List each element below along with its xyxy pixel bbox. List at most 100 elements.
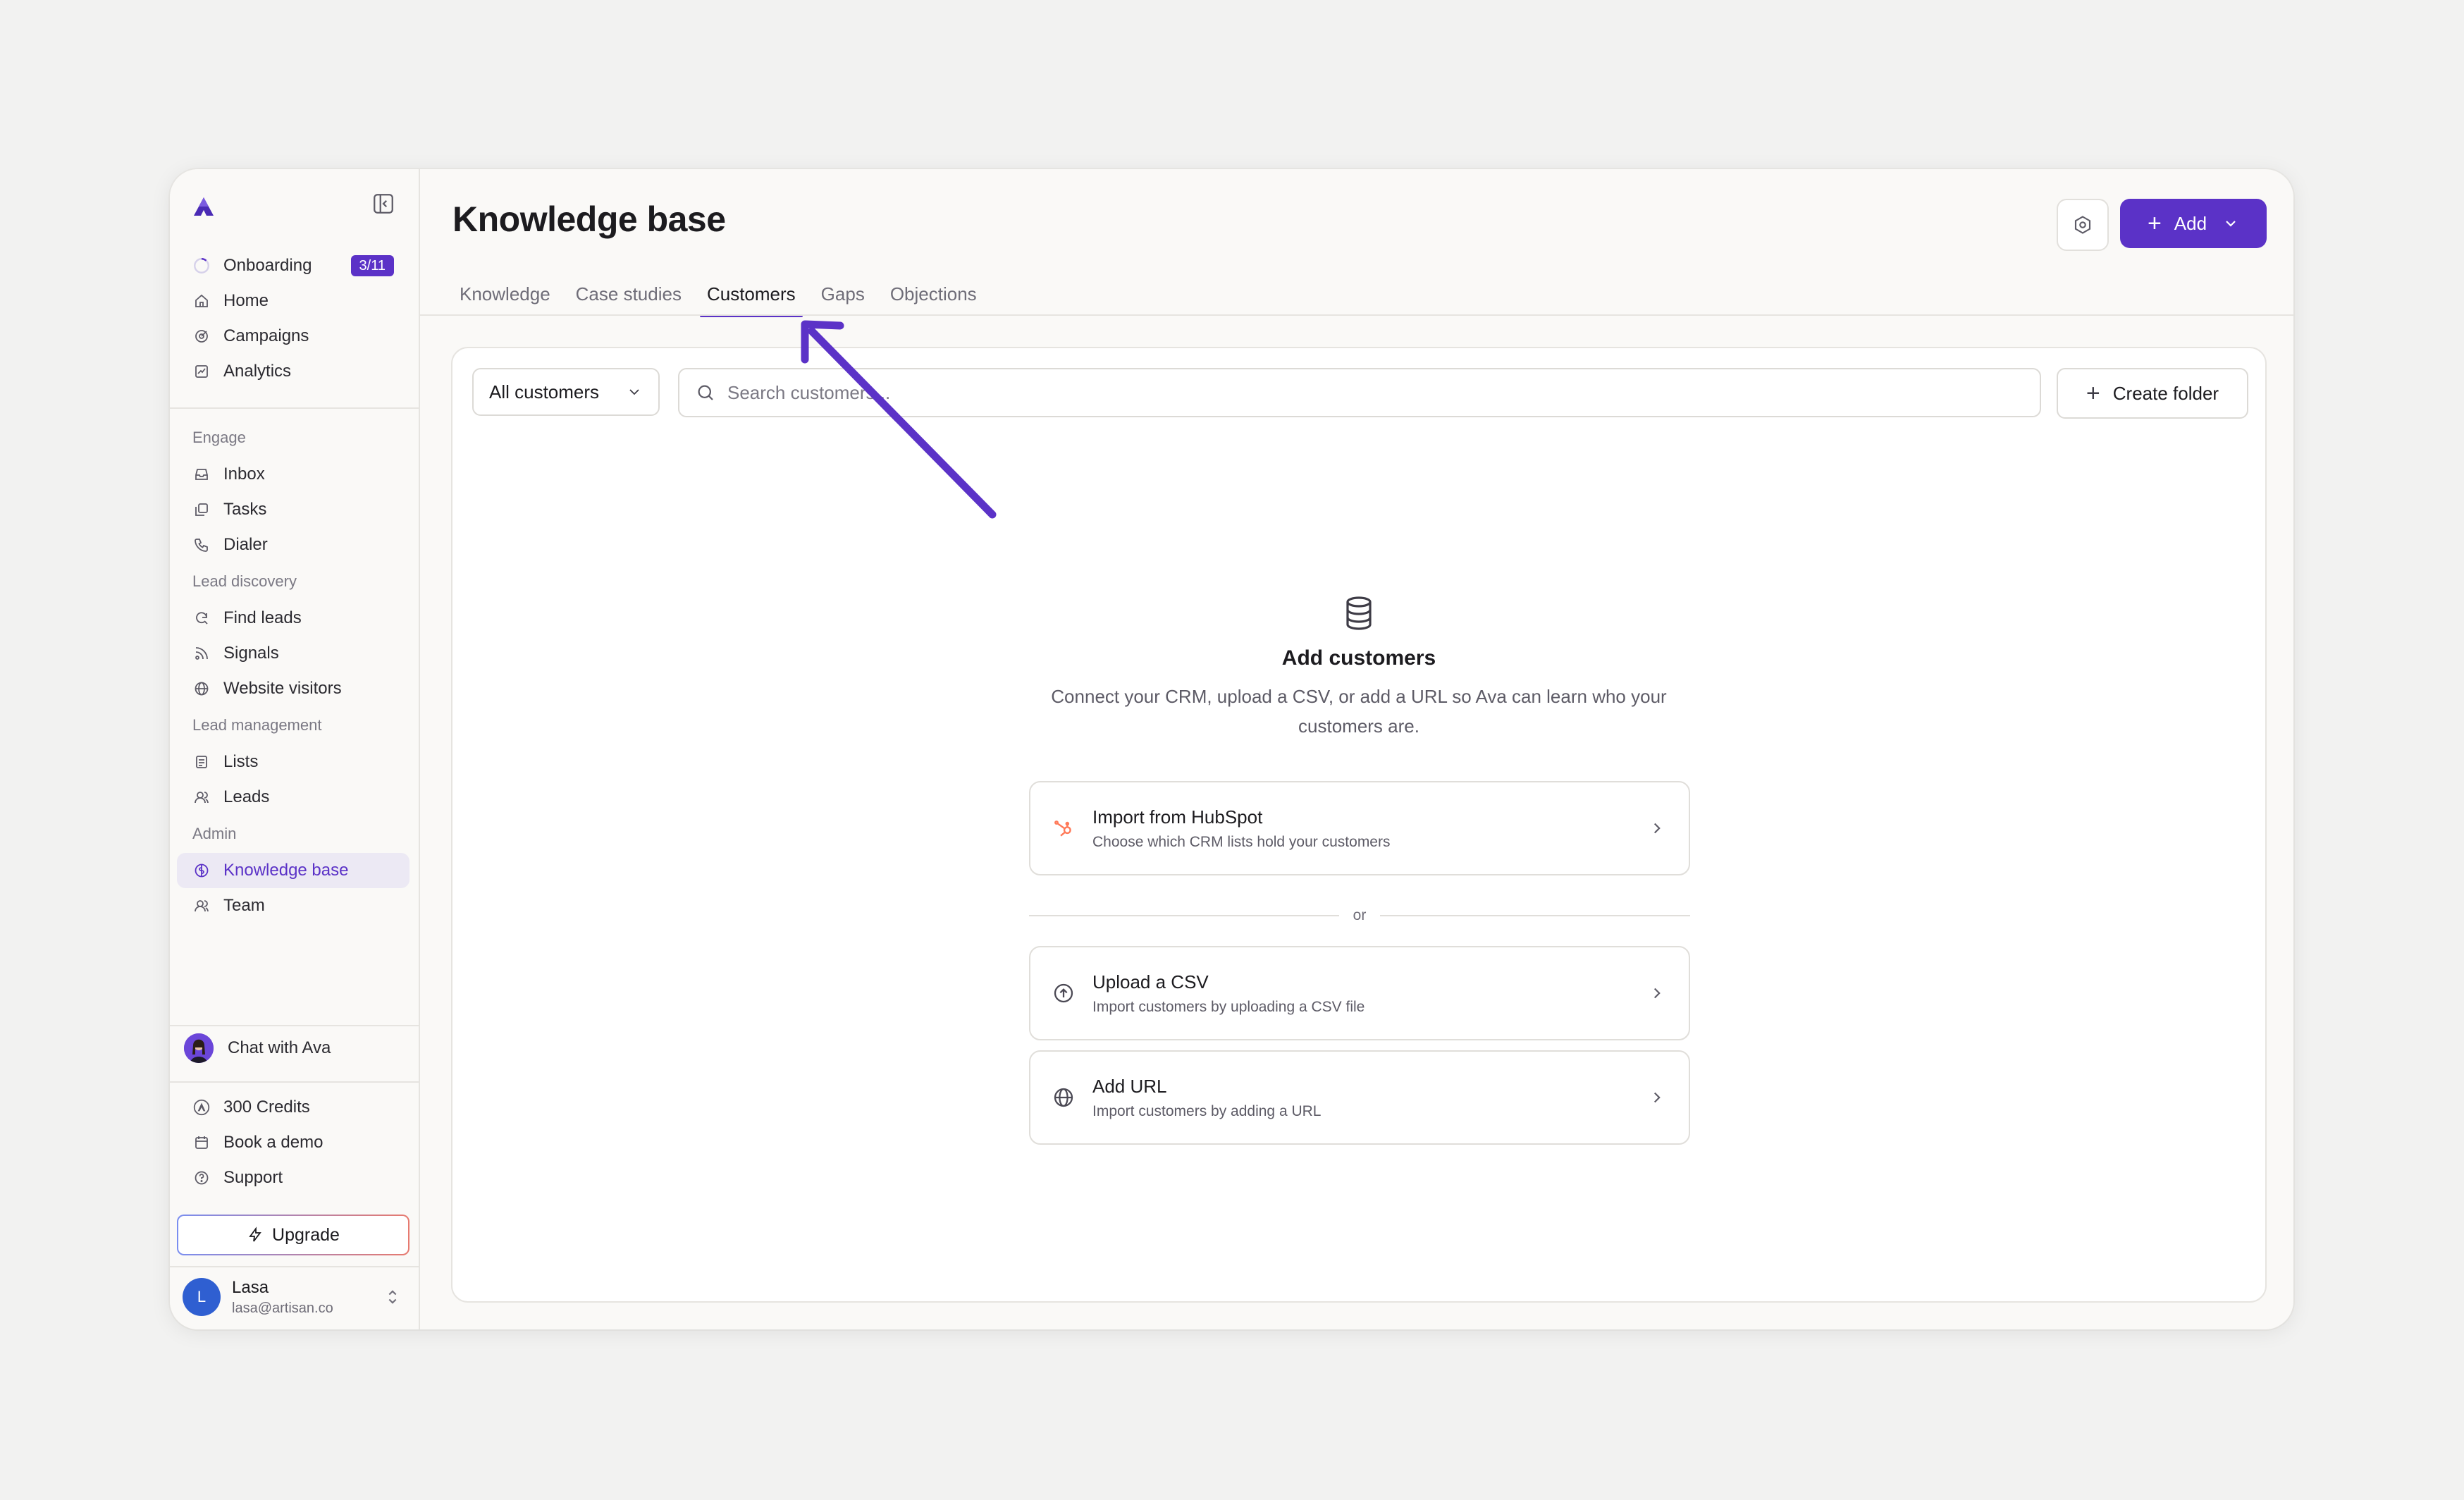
help-icon bbox=[192, 1169, 211, 1187]
or-label: or bbox=[1353, 907, 1367, 923]
hubspot-icon bbox=[1052, 816, 1076, 840]
create-folder-label: Create folder bbox=[2112, 382, 2219, 404]
sidebar-item-team[interactable]: Team bbox=[177, 888, 409, 923]
user-avatar: L bbox=[183, 1278, 221, 1316]
progress-circle-icon bbox=[192, 257, 211, 275]
database-icon bbox=[1346, 596, 1372, 630]
main-content: Knowledge base + Add Knowledge Case stud… bbox=[420, 169, 2293, 1329]
app-window: Onboarding 3/11 Home Campaigns Analytics… bbox=[170, 169, 2293, 1329]
sidebar-item-leads[interactable]: Leads bbox=[177, 780, 409, 815]
analytics-icon bbox=[192, 362, 211, 381]
or-line bbox=[1380, 915, 1690, 916]
option-title: Import from HubSpot bbox=[1092, 806, 1263, 828]
section-lead-management: Lead management bbox=[192, 716, 322, 734]
import-hubspot-option[interactable]: Import from HubSpot Choose which CRM lis… bbox=[1029, 781, 1690, 875]
credits-item[interactable]: 300 Credits bbox=[177, 1090, 409, 1125]
sidebar-item-website-visitors[interactable]: Website visitors bbox=[177, 671, 409, 706]
add-label: Add bbox=[2174, 212, 2207, 234]
or-divider: or bbox=[1029, 905, 1690, 926]
sidebar-item-home[interactable]: Home bbox=[177, 283, 409, 319]
chevron-down-icon bbox=[629, 389, 639, 395]
sidebar-item-label: Signals bbox=[223, 644, 279, 663]
ava-avatar bbox=[184, 1033, 214, 1063]
option-title: Add URL bbox=[1092, 1075, 1167, 1097]
sidebar-item-label: Onboarding bbox=[223, 256, 312, 275]
search-input[interactable] bbox=[726, 381, 1997, 405]
chevron-right-icon bbox=[1653, 988, 1661, 999]
sidebar-item-label: Campaigns bbox=[223, 326, 309, 345]
sidebar-item-inbox[interactable]: Inbox bbox=[177, 457, 409, 492]
upgrade-label: Upgrade bbox=[272, 1224, 340, 1245]
sidebar-item-label: Team bbox=[223, 896, 265, 915]
sidebar-item-lists[interactable]: Lists bbox=[177, 744, 409, 780]
upload-csv-option[interactable]: Upload a CSV Import customers by uploadi… bbox=[1029, 946, 1690, 1040]
upgrade-button[interactable]: Upgrade bbox=[177, 1215, 409, 1255]
nav-secondary: Engage Inbox Tasks Dialer Lead discovery… bbox=[177, 419, 409, 923]
tab-knowledge[interactable]: Knowledge bbox=[452, 271, 558, 317]
user-menu[interactable]: L Lasa lasa@artisan.co bbox=[183, 1276, 408, 1318]
team-icon bbox=[192, 897, 211, 915]
or-line bbox=[1029, 915, 1339, 916]
sidebar-item-find-leads[interactable]: Find leads bbox=[177, 601, 409, 636]
create-folder-button[interactable]: + Create folder bbox=[2057, 368, 2248, 419]
find-leads-icon bbox=[192, 609, 211, 627]
signals-icon bbox=[192, 644, 211, 663]
user-info: Lasa lasa@artisan.co bbox=[232, 1278, 333, 1317]
sidebar-item-dialer[interactable]: Dialer bbox=[177, 527, 409, 562]
add-button[interactable]: + Add bbox=[2120, 199, 2267, 248]
customer-filter-select[interactable]: All customers bbox=[472, 368, 660, 416]
sidebar-item-knowledge-base[interactable]: Knowledge base bbox=[177, 853, 409, 888]
tasks-icon bbox=[192, 500, 211, 519]
sidebar-collapse-icon[interactable] bbox=[371, 192, 395, 216]
option-subtitle: Choose which CRM lists hold your custome… bbox=[1092, 833, 1391, 850]
home-icon bbox=[192, 292, 211, 310]
chevron-down-icon bbox=[2226, 221, 2236, 227]
upload-icon bbox=[1052, 981, 1076, 1005]
support-label: Support bbox=[223, 1168, 283, 1187]
option-text: Import from HubSpot Choose which CRM lis… bbox=[1092, 806, 1390, 851]
settings-button[interactable] bbox=[2057, 199, 2109, 251]
book-demo-item[interactable]: Book a demo bbox=[177, 1125, 409, 1160]
globe-icon bbox=[1052, 1086, 1076, 1109]
sidebar-item-signals[interactable]: Signals bbox=[177, 636, 409, 671]
globe-icon bbox=[192, 680, 211, 698]
tab-customers[interactable]: Customers bbox=[699, 271, 803, 317]
tab-gaps[interactable]: Gaps bbox=[814, 271, 872, 317]
option-text: Add URL Import customers by adding a URL bbox=[1092, 1076, 1321, 1120]
option-text: Upload a CSV Import customers by uploadi… bbox=[1092, 971, 1365, 1016]
book-demo-label: Book a demo bbox=[223, 1133, 324, 1152]
plus-icon: + bbox=[2147, 210, 2162, 237]
calendar-icon bbox=[192, 1133, 211, 1152]
sidebar-item-label: Tasks bbox=[223, 500, 267, 519]
users-icon bbox=[192, 788, 211, 806]
tab-case-studies[interactable]: Case studies bbox=[569, 271, 689, 317]
sidebar-item-campaigns[interactable]: Campaigns bbox=[177, 319, 409, 354]
sidebar-item-tasks[interactable]: Tasks bbox=[177, 492, 409, 527]
sidebar-item-onboarding[interactable]: Onboarding 3/11 bbox=[177, 248, 409, 283]
customers-panel: All customers + Create folder Add custom… bbox=[451, 347, 2267, 1303]
tab-objections[interactable]: Objections bbox=[883, 271, 984, 317]
sidebar-item-label: Home bbox=[223, 291, 269, 310]
chat-with-ava-label: Chat with Ava bbox=[228, 1038, 331, 1057]
credits-icon bbox=[192, 1098, 211, 1117]
sidebar-item-label: Find leads bbox=[223, 608, 302, 627]
plus-icon: + bbox=[2086, 380, 2100, 407]
sidebar-divider bbox=[170, 1025, 419, 1026]
support-item[interactable]: Support bbox=[177, 1160, 409, 1195]
chat-with-ava-button[interactable]: Chat with Ava bbox=[184, 1033, 331, 1063]
sidebar-divider bbox=[170, 1266, 419, 1267]
tabs: Knowledge Case studies Customers Gaps Ob… bbox=[452, 271, 995, 317]
sidebar-item-label: Lists bbox=[223, 752, 259, 771]
sidebar-item-label: Inbox bbox=[223, 465, 265, 484]
sidebar-item-label: Leads bbox=[223, 787, 270, 806]
add-url-option[interactable]: Add URL Import customers by adding a URL bbox=[1029, 1050, 1690, 1145]
nav-footer: 300 Credits Book a demo Support bbox=[177, 1090, 409, 1195]
nav-primary: Onboarding 3/11 Home Campaigns Analytics bbox=[177, 248, 409, 389]
sidebar-item-label: Dialer bbox=[223, 535, 268, 554]
option-subtitle: Import customers by adding a URL bbox=[1092, 1102, 1322, 1119]
artisan-logo[interactable] bbox=[191, 195, 216, 220]
search-container bbox=[678, 368, 2041, 417]
empty-state-description: Connect your CRM, upload a CSV, or add a… bbox=[1051, 686, 1667, 737]
sidebar-item-label: Website visitors bbox=[223, 679, 342, 698]
sidebar-item-analytics[interactable]: Analytics bbox=[177, 354, 409, 389]
